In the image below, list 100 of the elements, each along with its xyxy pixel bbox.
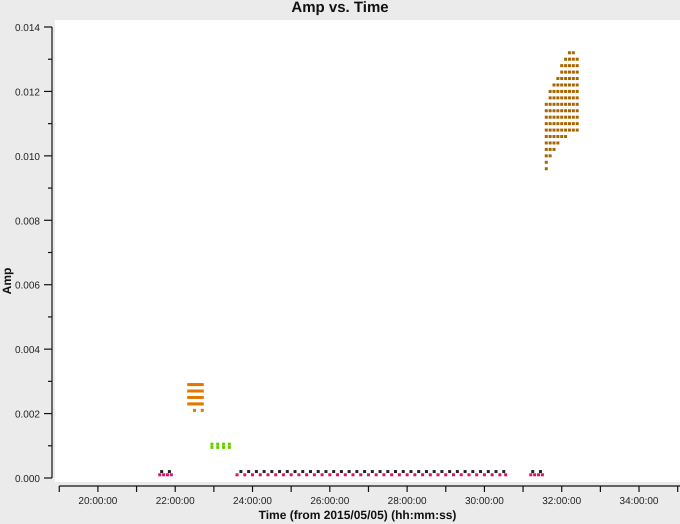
point bbox=[538, 470, 542, 474]
point bbox=[200, 408, 204, 412]
point bbox=[424, 470, 428, 474]
point bbox=[540, 473, 544, 476]
point bbox=[297, 473, 300, 476]
point bbox=[363, 470, 366, 474]
point bbox=[286, 470, 289, 474]
point bbox=[236, 473, 239, 476]
point bbox=[247, 470, 250, 474]
point bbox=[359, 473, 362, 476]
point bbox=[432, 470, 436, 474]
point bbox=[471, 470, 474, 474]
point bbox=[394, 470, 398, 474]
point bbox=[216, 446, 220, 449]
tick-label: 26:00:00 bbox=[310, 496, 350, 507]
axis-title: Amp bbox=[0, 268, 14, 294]
tick-label: 0.002 bbox=[14, 410, 40, 421]
point bbox=[382, 473, 386, 476]
point bbox=[210, 446, 214, 449]
point bbox=[448, 470, 452, 474]
point bbox=[444, 473, 448, 476]
point bbox=[254, 470, 258, 474]
tick-label: 24:00:00 bbox=[233, 496, 272, 507]
point bbox=[305, 473, 308, 476]
point bbox=[160, 470, 164, 474]
point bbox=[216, 442, 220, 446]
point bbox=[531, 470, 534, 474]
tick-label: 22:00:00 bbox=[156, 496, 195, 507]
tick-label: 0.014 bbox=[14, 23, 40, 34]
point bbox=[336, 473, 340, 476]
point bbox=[344, 473, 347, 476]
tick-label: 0.000 bbox=[14, 474, 40, 485]
point bbox=[475, 473, 478, 476]
point bbox=[228, 446, 231, 449]
point bbox=[428, 473, 432, 476]
point bbox=[301, 470, 304, 474]
point bbox=[294, 470, 297, 474]
point bbox=[251, 473, 254, 476]
point bbox=[274, 473, 278, 476]
point bbox=[328, 473, 332, 476]
point bbox=[258, 473, 262, 476]
point bbox=[402, 470, 405, 474]
point bbox=[308, 470, 312, 474]
point bbox=[436, 473, 440, 476]
point bbox=[378, 470, 382, 474]
point bbox=[348, 470, 351, 474]
point bbox=[278, 470, 282, 474]
point bbox=[479, 470, 482, 474]
point bbox=[370, 470, 374, 474]
point bbox=[355, 470, 358, 474]
tick-label: 0.010 bbox=[14, 152, 40, 163]
point bbox=[162, 473, 166, 476]
point bbox=[467, 473, 470, 476]
point bbox=[340, 470, 343, 474]
point bbox=[494, 470, 498, 474]
point bbox=[498, 473, 502, 476]
tick-label: 28:00:00 bbox=[388, 496, 427, 507]
point bbox=[421, 473, 424, 476]
tick-label: 32:00:00 bbox=[542, 496, 582, 507]
point bbox=[166, 473, 169, 476]
point bbox=[158, 473, 162, 476]
point bbox=[533, 473, 536, 476]
point bbox=[312, 473, 316, 476]
point bbox=[243, 473, 246, 476]
point bbox=[486, 470, 490, 474]
tick-label: 0.012 bbox=[14, 87, 40, 98]
point bbox=[529, 473, 532, 476]
point bbox=[452, 473, 455, 476]
point bbox=[386, 470, 390, 474]
point bbox=[456, 470, 459, 474]
tick-label: 0.006 bbox=[14, 280, 40, 292]
point bbox=[332, 470, 336, 474]
point bbox=[239, 470, 242, 474]
tick-label: 0.004 bbox=[14, 345, 40, 356]
point bbox=[266, 473, 270, 476]
point bbox=[464, 470, 467, 474]
point bbox=[374, 473, 378, 476]
point bbox=[222, 446, 226, 449]
point bbox=[316, 470, 320, 474]
point bbox=[413, 473, 416, 476]
point bbox=[210, 442, 214, 446]
point bbox=[502, 470, 506, 474]
point bbox=[366, 473, 370, 476]
tick-label: 30:00:00 bbox=[464, 496, 504, 507]
tick-label: 0.008 bbox=[14, 216, 40, 228]
chart-title: Amp vs. Time bbox=[291, 0, 389, 16]
point bbox=[222, 442, 226, 446]
point bbox=[228, 442, 231, 446]
point bbox=[270, 470, 274, 474]
tick-label: 20:00:00 bbox=[78, 496, 118, 507]
point bbox=[417, 470, 420, 474]
point bbox=[193, 408, 196, 412]
point bbox=[504, 473, 508, 476]
point bbox=[390, 473, 394, 476]
axis-title: Time (from 2015/05/05) (hh:mm:ss) bbox=[258, 508, 456, 522]
tick-label: 34:00:00 bbox=[620, 496, 658, 507]
point bbox=[290, 473, 293, 476]
point bbox=[282, 473, 285, 476]
point bbox=[406, 473, 409, 476]
point bbox=[537, 473, 540, 476]
